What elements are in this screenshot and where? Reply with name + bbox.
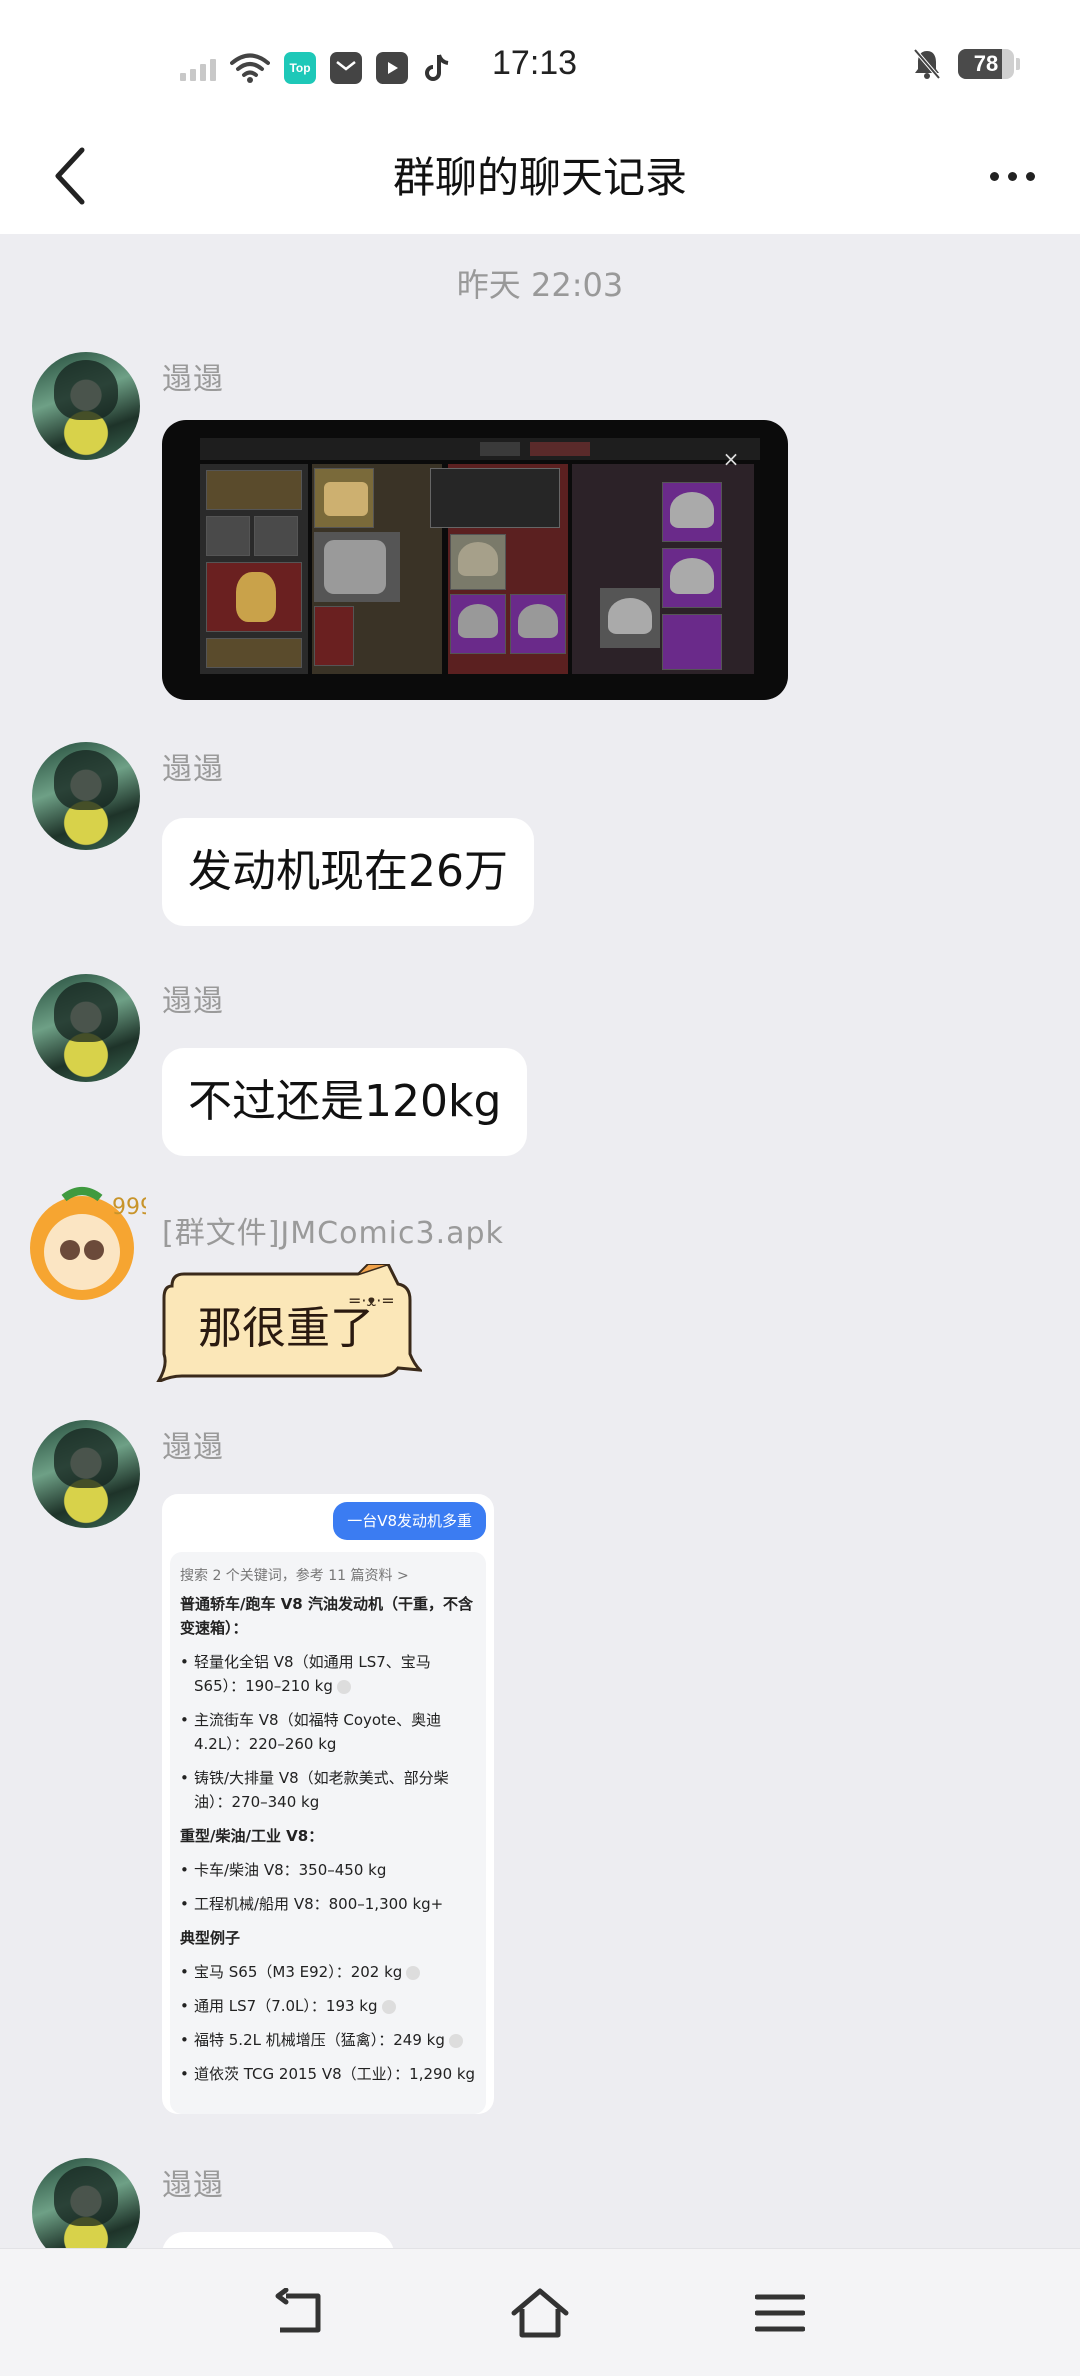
link-icon <box>381 1999 396 2014</box>
close-icon: × <box>722 447 740 471</box>
home-nav-button[interactable] <box>500 2273 580 2353</box>
mail-app-icon <box>330 52 362 84</box>
answer-line: 宝马 S65（M3 E92）：202 kg <box>180 1960 476 1984</box>
text-message-bubble[interactable]: 不过还是120kg <box>162 1048 528 1156</box>
chat-history-list[interactable]: 昨天 22:03 遢遢 × 遢遢 发动机现在26万 遢遢 不过还是120kg 9… <box>0 234 1080 2248</box>
menu-nav-button[interactable] <box>740 2273 820 2353</box>
link-icon <box>336 1679 351 1694</box>
answer-line: 铸铁/大排量 V8（如老款美式、部分柴油）：270–340 kg <box>180 1766 476 1814</box>
battery-level: 78 <box>973 51 999 76</box>
sticker-message-text: 那很重了 <box>198 1303 374 1354</box>
avatar[interactable] <box>32 2158 140 2248</box>
back-nav-button[interactable] <box>260 2273 340 2353</box>
status-bar: Top 17:13 78 <box>0 0 1080 120</box>
menu-nav-icon <box>755 2294 805 2332</box>
signal-icon <box>180 55 216 81</box>
image-message[interactable]: × <box>162 420 788 700</box>
answer-line: 轻量化全铝 V8（如通用 LS7、宝马 S65）：190–210 kg <box>180 1650 476 1698</box>
status-time: 17:13 <box>492 44 578 82</box>
system-navigation-bar <box>0 2248 1080 2376</box>
top-app-icon: Top <box>284 52 316 84</box>
text-message-bubble[interactable] <box>162 2232 394 2248</box>
tiktok-icon <box>422 52 454 84</box>
image-message[interactable]: 一台V8发动机多重 搜索 2 个关键词，参考 11 篇资料 > 普通轿车/跑车 … <box>162 1494 494 2114</box>
link-icon <box>448 2033 463 2048</box>
more-options-button[interactable] <box>972 136 1052 216</box>
wifi-icon <box>230 53 270 83</box>
message-timestamp: 昨天 22:03 <box>456 266 624 304</box>
answer-line: 工程机械/船用 V8：800–1,300 kg+ <box>180 1892 476 1916</box>
more-dots-icon <box>989 171 999 181</box>
sender-name: 遢遢 <box>162 1430 224 1465</box>
answer-line: 主流街车 V8（如福特 Coyote、奥迪 4.2L）：220–260 kg <box>180 1708 476 1756</box>
avatar[interactable] <box>32 1420 140 1528</box>
orange-avatar[interactable]: 999 <box>24 1184 146 1306</box>
answer-line: 普通轿车/跑车 V8 汽油发动机（干重，不含变速箱）： <box>180 1595 473 1637</box>
sender-name: [群文件]JMComic3.apk <box>162 1216 504 1251</box>
chat-history-header: 群聊的聊天记录 <box>0 120 1080 234</box>
sender-name: 遢遢 <box>162 2168 224 2203</box>
avatar[interactable] <box>32 352 140 460</box>
svg-text:999: 999 <box>112 1195 146 1220</box>
answer-line: 重型/柴油/工业 V8： <box>180 1827 324 1845</box>
mute-bell-icon <box>913 48 941 80</box>
answer-line: 卡车/柴油 V8：350–450 kg <box>180 1858 476 1882</box>
answer-line: 福特 5.2L 机械增压（猛禽）：249 kg <box>180 2028 476 2052</box>
status-bar-left-icons: Top <box>180 44 454 92</box>
answer-line: 道依茨 TCG 2015 V8（工业）：1,290 kg <box>180 2062 476 2086</box>
text-message-bubble[interactable]: 发动机现在26万 <box>162 818 534 926</box>
back-nav-icon <box>275 2288 321 2333</box>
page-title: 群聊的聊天记录 <box>392 153 687 202</box>
sender-name: 遢遢 <box>162 362 224 397</box>
avatar[interactable] <box>32 974 140 1082</box>
sticker-message-bubble[interactable]: =·ᴥ·= 那很重了 <box>152 1262 424 1386</box>
battery-icon: 78 <box>958 49 1014 79</box>
answer-line: 通用 LS7（7.0L）：193 kg <box>180 1994 476 2018</box>
answer-card: 搜索 2 个关键词，参考 11 篇资料 > 普通轿车/跑车 V8 汽油发动机（干… <box>170 1552 486 2114</box>
avatar[interactable] <box>32 742 140 850</box>
home-nav-icon <box>511 2288 569 2338</box>
status-bar-right-icons: 78 <box>912 48 1020 80</box>
game-inventory-screenshot: × <box>200 438 760 678</box>
video-app-icon <box>376 52 408 84</box>
answer-line: 典型例子 <box>180 1929 241 1947</box>
link-icon <box>406 1965 421 1980</box>
sender-name: 遢遢 <box>162 752 224 787</box>
query-bubble: 一台V8发动机多重 <box>333 1502 486 1540</box>
battery-tip <box>1016 58 1020 70</box>
sender-name: 遢遢 <box>162 984 224 1019</box>
search-note: 搜索 2 个关键词，参考 11 篇资料 > <box>180 1568 409 1584</box>
